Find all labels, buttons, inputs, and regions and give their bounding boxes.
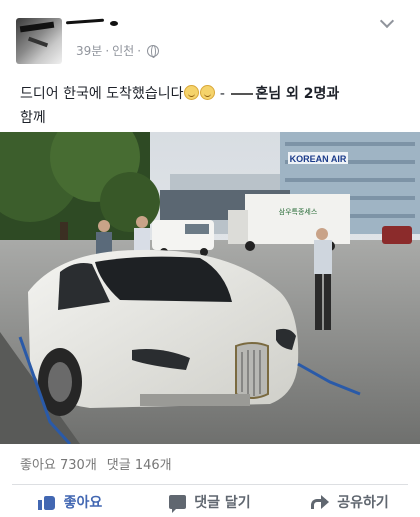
globe-icon[interactable]: [147, 44, 160, 58]
share-button-label: 공유하기: [337, 494, 389, 511]
comment-button-label: 댓글 달기: [194, 494, 251, 511]
share-button[interactable]: 공유하기: [280, 486, 420, 517]
truck-sign: 삼우특종세스: [279, 207, 318, 216]
like-icon: [37, 494, 56, 510]
meta-separator: ·: [137, 43, 142, 58]
post-time[interactable]: 39분: [76, 42, 102, 59]
avatar[interactable]: [16, 18, 62, 64]
like-button[interactable]: 좋아요: [0, 486, 140, 517]
post-location[interactable]: 인천: [112, 42, 134, 59]
post-photo[interactable]: KOREAN AIR 삼우특종세스: [0, 132, 420, 444]
action-bar: 좋아요 댓글 달기 공유하기: [0, 486, 420, 517]
tagged-friends-link[interactable]: 혼님 외 2명과: [255, 86, 339, 102]
post-text-line1: 드디어 한국에 도착했습니다: [20, 86, 184, 102]
post-text-dash: -: [215, 86, 230, 102]
post-meta: 39분 · 인천 ·: [76, 42, 160, 59]
korean-air-sign: KOREAN AIR: [290, 154, 347, 164]
grinning-emoji-icon: [200, 85, 216, 100]
redacted-author-name[interactable]: [65, 18, 126, 28]
redacted-tag-name: [231, 93, 254, 95]
post-text: 드디어 한국에 도착했습니다 - 혼님 외 2명과 함께: [20, 82, 400, 130]
car-photo-illustration: KOREAN AIR 삼우특종세스: [0, 132, 420, 444]
reaction-counts: 좋아요 730개 댓글 146개: [20, 454, 172, 473]
chevron-down-icon[interactable]: [379, 13, 395, 29]
post-text-line2: 함께: [20, 110, 46, 126]
comment-count[interactable]: 댓글 146개: [107, 454, 172, 473]
meta-separator: ·: [105, 43, 110, 58]
facebook-post: 39분 · 인천 · 드디어 한국에 도착했습니다 - 혼님 외 2명과 함께: [0, 0, 420, 517]
like-button-label: 좋아요: [63, 494, 103, 511]
divider: [12, 484, 408, 485]
share-icon: [311, 494, 330, 509]
like-count[interactable]: 좋아요 730개: [20, 454, 97, 473]
grinning-emoji-icon: [184, 85, 200, 100]
comment-button[interactable]: 댓글 달기: [140, 486, 280, 517]
comment-icon: [169, 494, 187, 513]
post-header: 39분 · 인천 ·: [0, 0, 420, 72]
